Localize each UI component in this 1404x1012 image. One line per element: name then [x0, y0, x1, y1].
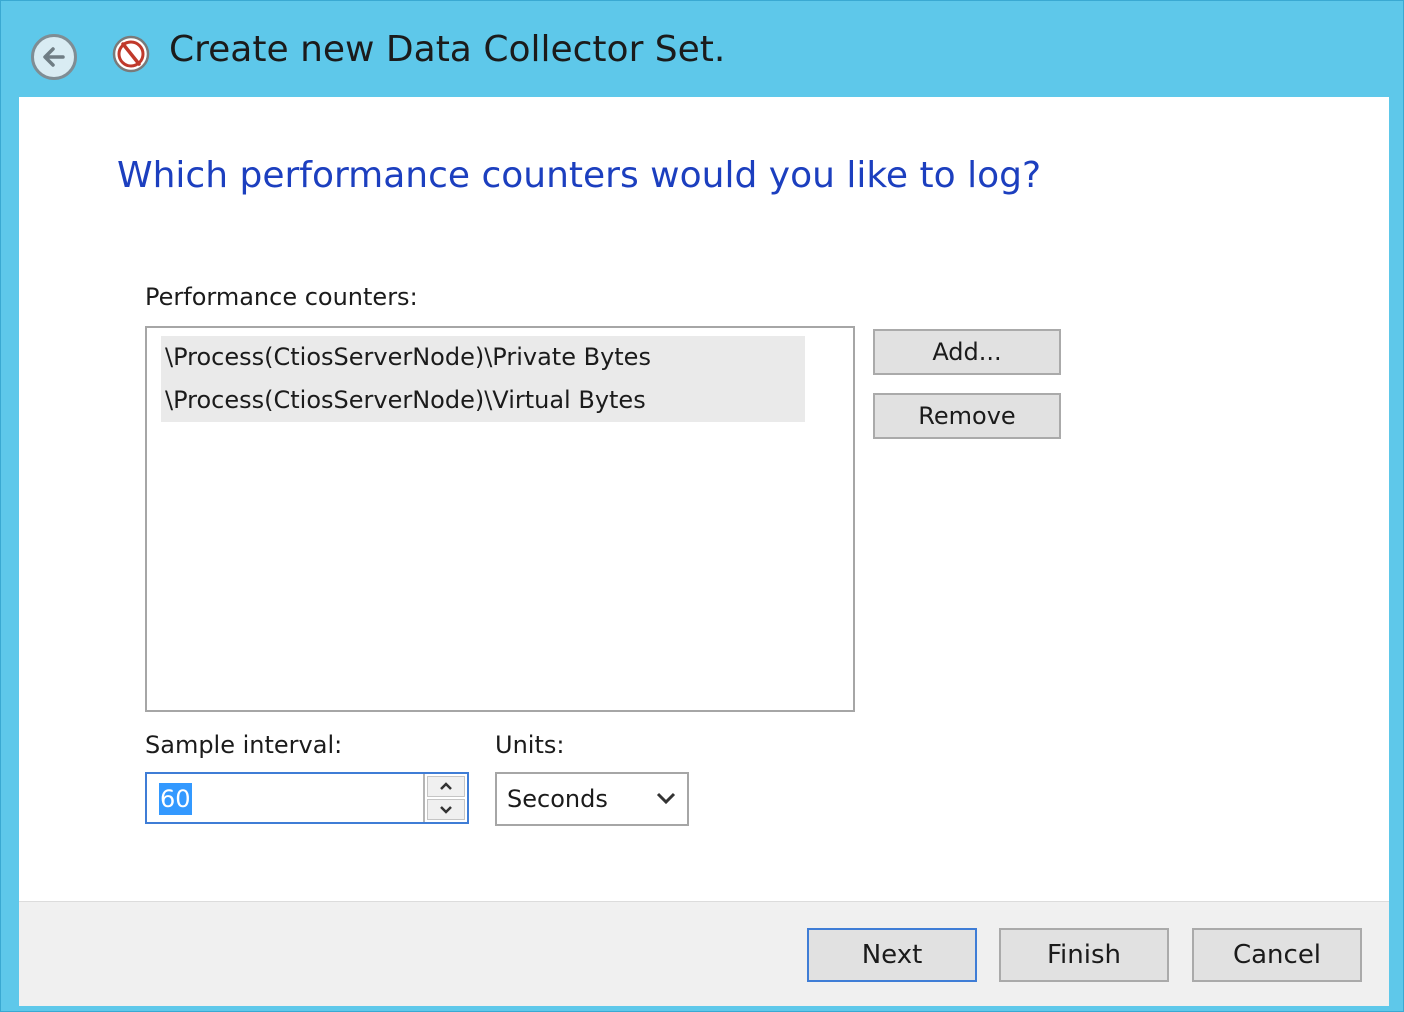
sample-interval-label: Sample interval:: [145, 731, 343, 759]
next-button[interactable]: Next: [807, 928, 977, 982]
decrement-button[interactable]: [427, 799, 465, 820]
units-selected-value: Seconds: [507, 785, 608, 813]
performance-counters-list[interactable]: \Process(CtiosServerNode)\Private Bytes …: [145, 326, 855, 712]
page-heading: Which performance counters would you lik…: [117, 155, 1042, 196]
increment-button[interactable]: [427, 776, 465, 797]
performance-monitor-icon: [112, 35, 150, 73]
list-item[interactable]: \Process(CtiosServerNode)\Private Bytes: [161, 336, 805, 379]
performance-counters-label: Performance counters:: [145, 283, 418, 311]
wizard-content: Which performance counters would you lik…: [19, 97, 1389, 901]
window-title: Create new Data Collector Set.: [169, 29, 726, 70]
cancel-button[interactable]: Cancel: [1192, 928, 1362, 982]
title-bar: Create new Data Collector Set.: [1, 1, 1403, 97]
back-arrow-icon: [43, 47, 65, 67]
wizard-footer: Next Finish Cancel: [19, 901, 1389, 1006]
wizard-window: Create new Data Collector Set. Which per…: [0, 0, 1404, 1012]
add-button[interactable]: Add...: [873, 329, 1061, 375]
chevron-up-icon: [440, 782, 452, 790]
stepper-buttons: [423, 774, 467, 822]
units-label: Units:: [495, 731, 565, 759]
chevron-down-icon: [656, 792, 676, 805]
units-select[interactable]: Seconds: [495, 772, 689, 826]
chevron-down-icon: [440, 806, 452, 814]
back-button[interactable]: [31, 34, 77, 80]
finish-button[interactable]: Finish: [999, 928, 1169, 982]
remove-button[interactable]: Remove: [873, 393, 1061, 439]
sample-interval-input[interactable]: 60: [159, 783, 192, 815]
sample-interval-stepper[interactable]: 60: [145, 772, 469, 824]
list-item[interactable]: \Process(CtiosServerNode)\Virtual Bytes: [161, 379, 805, 422]
